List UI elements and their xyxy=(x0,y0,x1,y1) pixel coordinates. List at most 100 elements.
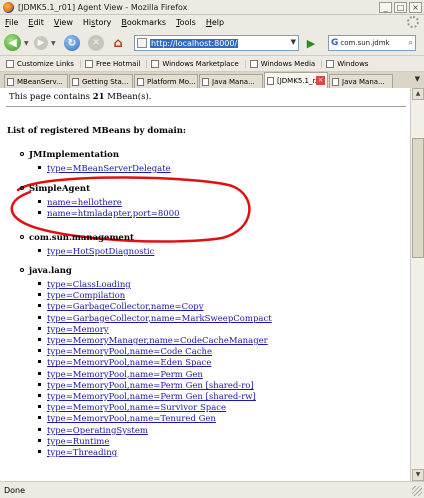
mbean-item: type=HotSpotDiagnostic xyxy=(38,247,154,257)
back-history-dropdown-icon[interactable]: ▼ xyxy=(24,40,29,47)
square-bullet-icon xyxy=(38,304,41,308)
throbber-icon xyxy=(407,16,419,28)
domain-item: com.sun.management xyxy=(20,233,134,243)
tab-mbeanserver[interactable]: MBeanServ... xyxy=(4,74,68,88)
page-favicon-icon xyxy=(137,38,147,48)
url-text[interactable]: http://localhost:8000/ xyxy=(150,38,239,48)
square-bullet-icon xyxy=(38,371,41,375)
mbean-link[interactable]: type=MemoryPool,name=Survivor Space xyxy=(47,403,226,413)
bookmark-windows[interactable]: Windows xyxy=(326,59,374,68)
domain-name: JMImplementation xyxy=(29,150,120,160)
page-content: This page contains 21 MBean(s). List of … xyxy=(0,88,410,481)
home-button[interactable]: ⌂ xyxy=(110,35,126,51)
menu-bookmarks[interactable]: Bookmarks xyxy=(116,18,171,27)
menu-file[interactable]: File xyxy=(0,18,23,27)
go-button[interactable]: ▶ xyxy=(304,36,318,50)
tab-platform-monitoring[interactable]: Platform Mo... xyxy=(134,74,198,88)
mbean-link[interactable]: type=MemoryPool,name=Code Cache xyxy=(47,347,212,357)
forward-button[interactable]: ▶ xyxy=(34,36,48,50)
mbean-item: type=MemoryPool,name=Tenured Gen xyxy=(38,414,216,424)
scrollbar-thumb[interactable] xyxy=(412,138,424,258)
tab-page-icon xyxy=(202,77,209,86)
tab-getting-started[interactable]: Getting Sta... xyxy=(69,74,133,88)
mbean-link[interactable]: type=HotSpotDiagnostic xyxy=(47,247,154,257)
mbean-item: type=MemoryPool,name=Perm Gen [shared-rw… xyxy=(38,392,256,402)
scroll-down-icon[interactable]: ▼ xyxy=(412,469,424,481)
mbean-link[interactable]: type=ClassLoading xyxy=(47,280,131,290)
menu-bar: File Edit View History Bookmarks Tools H… xyxy=(0,15,424,29)
mbean-link[interactable]: type=MemoryPool,name=Perm Gen [shared-rw… xyxy=(47,392,256,402)
forward-history-dropdown-icon[interactable]: ▼ xyxy=(51,40,56,47)
tab-java-management-2[interactable]: Java Mana... xyxy=(329,74,393,88)
mbean-item: type=Compilation xyxy=(38,291,125,301)
menu-view[interactable]: View xyxy=(49,18,78,27)
search-icon[interactable]: ⌕ xyxy=(409,38,413,48)
menu-edit[interactable]: Edit xyxy=(23,18,49,27)
mbean-item: type=MemoryManager,name=CodeCacheManager xyxy=(38,336,268,346)
mbean-item: type=Runtime xyxy=(38,437,109,447)
mbean-link[interactable]: type=GarbageCollector,name=MarkSweepComp… xyxy=(47,314,272,324)
mbean-link[interactable]: type=MemoryManager,name=CodeCacheManager xyxy=(47,336,268,346)
vertical-scrollbar[interactable]: ▲ ▼ xyxy=(410,88,424,481)
stop-button[interactable]: ✕ xyxy=(88,35,104,51)
navigation-toolbar: ◀ ▼ ▶ ▼ ↻ ✕ ⌂ http://localhost:8000/ ▼ ▶… xyxy=(0,29,424,56)
menu-help[interactable]: Help xyxy=(201,18,229,27)
mbean-link[interactable]: type=MBeanServerDelegate xyxy=(47,164,171,174)
reload-button[interactable]: ↻ xyxy=(64,35,80,51)
divider xyxy=(6,106,406,107)
mbean-link[interactable]: type=MemoryPool,name=Perm Gen xyxy=(47,370,203,380)
bookmark-windows-marketplace[interactable]: Windows Marketplace xyxy=(151,59,246,68)
tab-java-management-1[interactable]: Java Mana... xyxy=(199,74,263,88)
square-bullet-icon xyxy=(38,315,41,319)
firefox-icon xyxy=(3,1,14,13)
tab-page-icon xyxy=(72,77,79,86)
close-button[interactable]: × xyxy=(409,1,422,13)
square-bullet-icon xyxy=(38,282,41,285)
bullet-icon xyxy=(20,235,24,239)
menu-tools[interactable]: Tools xyxy=(171,18,201,27)
mbean-item: type=MemoryPool,name=Perm Gen [shared-ro… xyxy=(38,381,254,391)
tab-close-icon[interactable]: × xyxy=(316,76,325,85)
search-engine-icon[interactable]: G xyxy=(331,38,338,48)
mbean-link[interactable]: type=MemoryPool,name=Tenured Gen xyxy=(47,414,216,424)
scroll-up-icon[interactable]: ▲ xyxy=(412,88,424,100)
mbean-link[interactable]: type=Threading xyxy=(47,448,117,458)
square-bullet-icon xyxy=(38,416,41,420)
square-bullet-icon xyxy=(38,382,41,386)
bookmark-free-hotmail[interactable]: Free Hotmail xyxy=(84,59,148,68)
domain-item: java.lang xyxy=(20,266,72,276)
search-bar[interactable]: G com.sun.jdmk ⌕ xyxy=(328,35,416,51)
back-button[interactable]: ◀ xyxy=(4,34,21,51)
mbean-count-line: This page contains 21 MBean(s). xyxy=(9,92,152,102)
mbean-link[interactable]: type=GarbageCollector,name=Copy xyxy=(47,302,204,312)
url-dropdown-icon[interactable]: ▼ xyxy=(291,38,296,46)
mbean-link[interactable]: type=OperatingSystem xyxy=(47,426,148,436)
maximize-button[interactable]: □ xyxy=(394,1,407,13)
mbean-item: type=MemoryPool,name=Eden Space xyxy=(38,358,211,368)
mbean-link[interactable]: type=Memory xyxy=(47,325,109,335)
resize-grip-icon[interactable] xyxy=(412,486,422,496)
minimize-button[interactable]: _ xyxy=(379,1,392,13)
mbean-link[interactable]: type=MemoryPool,name=Perm Gen [shared-ro… xyxy=(47,381,254,391)
bookmark-customize-links[interactable]: Customize Links xyxy=(6,59,81,68)
mbean-link[interactable]: name=hellothere xyxy=(47,198,122,208)
menu-history[interactable]: History xyxy=(78,18,116,27)
bullet-icon xyxy=(20,268,24,272)
mbean-link[interactable]: type=MemoryPool,name=Eden Space xyxy=(47,358,211,368)
tab-agent-view[interactable]: [JDMK5.1_r...× xyxy=(264,72,328,88)
search-input[interactable]: com.sun.jdmk xyxy=(340,39,389,47)
domain-item: SimpleAgent xyxy=(20,184,90,194)
domain-item: JMImplementation xyxy=(20,150,119,160)
mbean-link[interactable]: name=htmladapter,port=8000 xyxy=(47,209,180,219)
tab-list-dropdown-icon[interactable]: ▼ xyxy=(415,75,420,83)
tab-bar: MBeanServ... Getting Sta... Platform Mo.… xyxy=(0,72,424,88)
square-bullet-icon xyxy=(38,450,41,453)
mbean-link[interactable]: type=Runtime xyxy=(47,437,109,447)
square-bullet-icon xyxy=(38,394,41,397)
tab-page-icon xyxy=(267,76,274,85)
bookmark-windows-media[interactable]: Windows Media xyxy=(249,59,323,68)
mbean-link[interactable]: type=Compilation xyxy=(47,291,125,301)
bookmark-page-icon xyxy=(249,59,258,68)
url-bar[interactable]: http://localhost:8000/ ▼ xyxy=(134,35,299,51)
mbean-item: type=Memory xyxy=(38,325,109,335)
